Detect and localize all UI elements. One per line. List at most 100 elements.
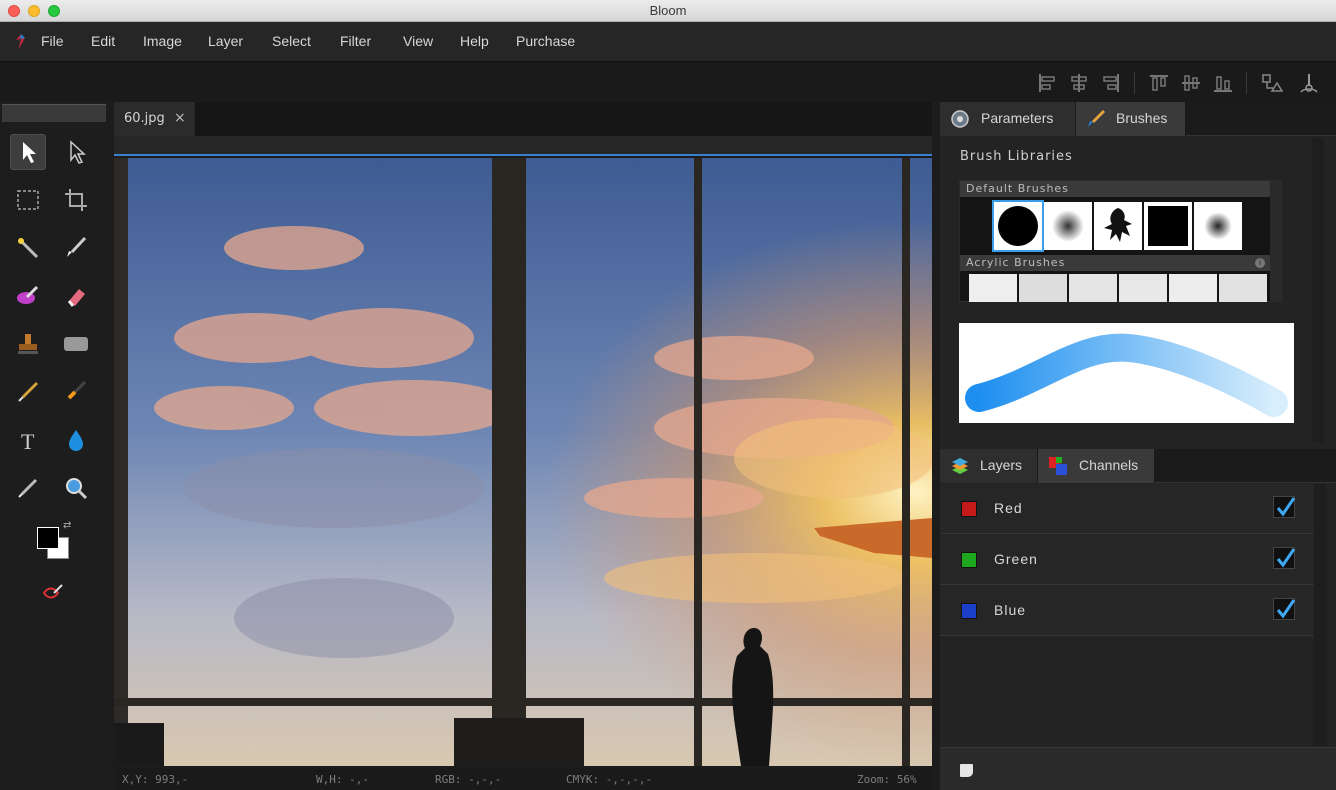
title-bar: Bloom (0, 0, 1336, 22)
status-wh: W,H: -,- (316, 773, 369, 786)
tab-brushes-label: Brushes (1116, 110, 1168, 126)
channel-visibility-checkbox[interactable] (1273, 496, 1296, 518)
menu-help[interactable]: Help (460, 33, 489, 49)
align-center-icon[interactable] (1068, 72, 1090, 94)
tab-layers-label: Layers (980, 457, 1023, 473)
drop-tool-icon[interactable] (58, 422, 94, 458)
tab-layers[interactable]: Layers (940, 449, 1038, 483)
tab-channels[interactable]: Channels (1038, 449, 1155, 483)
channel-row[interactable]: Red (940, 484, 1314, 534)
stamp-tool-icon[interactable] (10, 326, 46, 362)
status-bar: X,Y: 993,- W,H: -,- RGB: -,-,- CMYK: -,-… (114, 768, 932, 790)
document-tab-label: 60.jpg (124, 111, 165, 126)
layers-icon (952, 458, 968, 474)
new-channel-icon[interactable] (960, 764, 973, 777)
channel-color-swatch (961, 603, 977, 619)
acrylic-brush-4[interactable] (1119, 274, 1167, 302)
top-panel-tabs: Parameters Brushes (940, 102, 1336, 136)
brush-hard-round[interactable] (992, 200, 1044, 252)
channel-name: Green (994, 551, 1038, 567)
channels-icon (1049, 457, 1067, 475)
document-tab[interactable]: 60.jpg × (114, 102, 196, 136)
brush-stroke-preview (959, 323, 1294, 423)
marquee-tool-icon[interactable] (10, 182, 46, 218)
brush-tool-icon[interactable] (58, 230, 94, 266)
tools-panel-header[interactable] (2, 104, 106, 122)
channels-scrollbar[interactable] (1314, 484, 1326, 746)
align-left-icon[interactable] (1036, 72, 1058, 94)
shape-tool-icon[interactable] (58, 326, 94, 362)
align-top-icon[interactable] (1148, 72, 1170, 94)
channel-name: Red (994, 500, 1023, 516)
brush-square[interactable] (1144, 202, 1192, 250)
magic-wand-icon[interactable] (10, 230, 46, 266)
menu-purchase[interactable]: Purchase (516, 33, 575, 49)
pen-tool-icon[interactable] (10, 374, 46, 410)
menu-edit[interactable]: Edit (91, 33, 115, 49)
bloom-logo-icon (16, 34, 25, 50)
svg-text:T: T (21, 429, 35, 453)
menu-filter[interactable]: Filter (340, 33, 371, 49)
menu-file[interactable]: File (41, 33, 64, 49)
brush-soft-dot[interactable] (1194, 202, 1242, 250)
channel-visibility-checkbox[interactable] (1273, 547, 1296, 569)
parameters-dial-icon (951, 110, 969, 128)
menu-select[interactable]: Select (272, 33, 311, 49)
foreground-color-swatch[interactable] (37, 527, 59, 549)
document-tab-bar: 60.jpg × (114, 102, 932, 136)
crop-tool-icon[interactable] (58, 182, 94, 218)
acrylic-brush-6[interactable] (1219, 274, 1267, 302)
shapes-transform-icon[interactable] (1261, 72, 1284, 94)
info-icon[interactable]: i (1255, 258, 1265, 268)
status-xy: X,Y: 993,- (122, 773, 189, 786)
anchor-point-icon[interactable] (1298, 72, 1320, 94)
align-bottom-icon[interactable] (1212, 72, 1234, 94)
menu-layer[interactable]: Layer (208, 33, 243, 49)
acrylic-brush-2[interactable] (1019, 274, 1067, 302)
move-tool-icon[interactable] (10, 134, 46, 170)
brush-group-header[interactable]: Acrylic Brushes (960, 255, 1270, 271)
status-rgb: RGB: -,-,- (435, 773, 502, 786)
align-right-icon[interactable] (1100, 72, 1122, 94)
status-cmyk: CMYK: -,-,-,- (566, 773, 653, 786)
acrylic-brush-5[interactable] (1169, 274, 1217, 302)
color-swatches-icon[interactable]: ⇄ (37, 520, 71, 562)
channel-row[interactable]: Green (940, 535, 1314, 585)
brush-dragon[interactable] (1094, 202, 1142, 250)
fill-tool-icon[interactable] (58, 374, 94, 410)
channel-name: Blue (994, 602, 1027, 618)
toolbar-divider (1134, 72, 1135, 94)
acrylic-brush-3[interactable] (1069, 274, 1117, 302)
swap-colors-icon[interactable]: ⇄ (63, 520, 71, 531)
menu-image[interactable]: Image (143, 33, 182, 49)
zoom-tool-icon[interactable] (58, 470, 94, 506)
brush-soft-round[interactable] (1044, 202, 1092, 250)
eraser-tool-icon[interactable] (58, 278, 94, 314)
brush-libraries-title: Brush Libraries (960, 149, 1073, 164)
brush-library-list[interactable]: Default Brushes Acrylic Brushes i (959, 180, 1271, 302)
text-tool-icon[interactable]: T (10, 422, 46, 458)
tab-brushes[interactable]: Brushes (1076, 102, 1186, 136)
image-canvas[interactable] (114, 158, 932, 766)
eyedropper-tool-icon[interactable] (10, 470, 46, 506)
brush-group-header[interactable]: Default Brushes (960, 181, 1270, 197)
direct-select-tool-icon[interactable] (58, 134, 94, 170)
photo-window-sunset (114, 158, 932, 766)
channel-color-swatch (961, 501, 977, 517)
menu-view[interactable]: View (403, 33, 433, 49)
align-middle-icon[interactable] (1180, 72, 1202, 94)
tab-parameters[interactable]: Parameters (940, 102, 1076, 136)
channel-row[interactable]: Blue (940, 586, 1314, 636)
channel-visibility-checkbox[interactable] (1273, 598, 1296, 620)
brushes-panel-scrollbar[interactable] (1312, 138, 1324, 442)
close-tab-icon[interactable]: × (174, 110, 186, 126)
tools-panel: T ⇄ (0, 102, 108, 790)
menu-bar: File Edit Image Layer Select Filter View… (0, 22, 1336, 62)
smudge-tool-icon[interactable] (10, 278, 46, 314)
quick-mask-icon[interactable] (35, 574, 71, 610)
window-title: Bloom (649, 3, 687, 18)
acrylic-brush-1[interactable] (969, 274, 1017, 302)
brush-list-scrollbar[interactable] (1270, 180, 1282, 302)
panel-footer (940, 747, 1336, 790)
status-zoom: Zoom: 56% (857, 773, 917, 786)
